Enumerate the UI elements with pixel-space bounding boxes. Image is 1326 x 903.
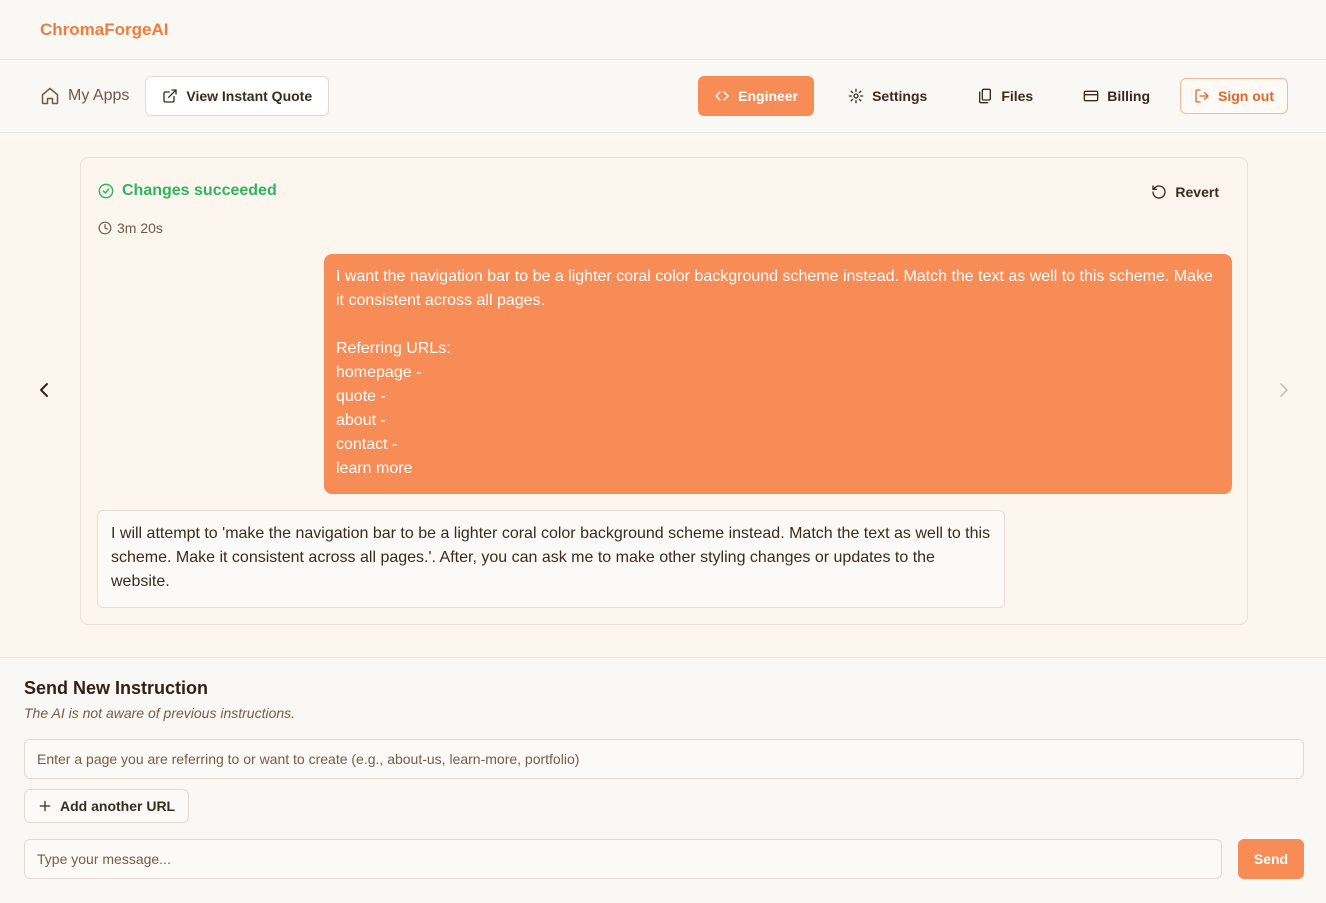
sign-out-label: Sign out <box>1218 88 1274 104</box>
ai-response-message: I will attempt to 'make the navigation b… <box>97 510 1005 608</box>
view-instant-quote-button[interactable]: View Instant Quote <box>145 76 330 116</box>
view-instant-quote-label: View Instant Quote <box>186 88 313 104</box>
duration: 3m 20s <box>98 220 163 236</box>
code-icon <box>714 88 730 104</box>
composer-subtitle: The AI is not aware of previous instruct… <box>24 705 296 721</box>
chevron-left-icon <box>36 380 52 400</box>
previous-instruction-button[interactable] <box>36 380 52 405</box>
composer-title: Send New Instruction <box>24 678 209 698</box>
next-instruction-button[interactable] <box>1276 380 1292 405</box>
add-url-label: Add another URL <box>60 798 176 814</box>
page-url-input[interactable] <box>24 739 1304 779</box>
revert-button[interactable]: Revert <box>1151 184 1219 200</box>
add-url-button[interactable]: Add another URL <box>24 789 190 823</box>
sign-out-icon <box>1194 88 1210 104</box>
clock-icon <box>98 221 112 235</box>
composer-section: Send New Instruction The AI is not aware… <box>0 657 1326 903</box>
check-circle-icon <box>98 183 114 199</box>
nav-left-group: My Apps View Instant Quote <box>40 76 330 116</box>
instruction-card: Changes succeeded 3m 20s Revert I want t… <box>80 157 1248 625</box>
tab-billing-label: Billing <box>1107 88 1150 104</box>
status-badge: Changes succeeded <box>98 182 277 200</box>
tab-files-label: Files <box>1001 88 1034 104</box>
revert-label: Revert <box>1175 184 1219 200</box>
undo-icon <box>1151 184 1167 200</box>
tab-billing[interactable]: Billing <box>1067 76 1166 116</box>
credit-card-icon <box>1083 88 1099 104</box>
send-button[interactable]: Send <box>1238 839 1304 879</box>
message-input[interactable] <box>24 839 1222 879</box>
files-icon <box>977 88 993 104</box>
brand-logo[interactable]: ChromaForgeAI <box>40 20 168 40</box>
tab-files[interactable]: Files <box>961 76 1049 116</box>
external-link-icon <box>162 88 178 104</box>
instruction-history-panel: Changes succeeded 3m 20s Revert I want t… <box>0 140 1326 657</box>
my-apps-link[interactable]: My Apps <box>40 86 129 106</box>
home-icon <box>40 86 60 106</box>
tab-settings-label: Settings <box>872 88 928 104</box>
chevron-right-icon <box>1276 380 1292 400</box>
top-bar: ChromaForgeAI <box>0 0 1326 60</box>
tab-engineer[interactable]: Engineer <box>698 76 815 116</box>
nav-right-group: Engineer Settings Files Billing Sign out <box>698 76 1288 116</box>
duration-text: 3m 20s <box>117 220 163 236</box>
status-text: Changes succeeded <box>122 182 277 199</box>
sign-out-button[interactable]: Sign out <box>1180 78 1288 114</box>
plus-icon <box>38 799 52 813</box>
tab-settings[interactable]: Settings <box>832 76 943 116</box>
tab-engineer-label: Engineer <box>738 88 799 104</box>
gear-icon <box>848 88 864 104</box>
user-message: I want the navigation bar to be a lighte… <box>324 254 1232 494</box>
navigation-bar: My Apps View Instant Quote Engineer Sett… <box>0 60 1326 133</box>
my-apps-label: My Apps <box>68 87 130 104</box>
